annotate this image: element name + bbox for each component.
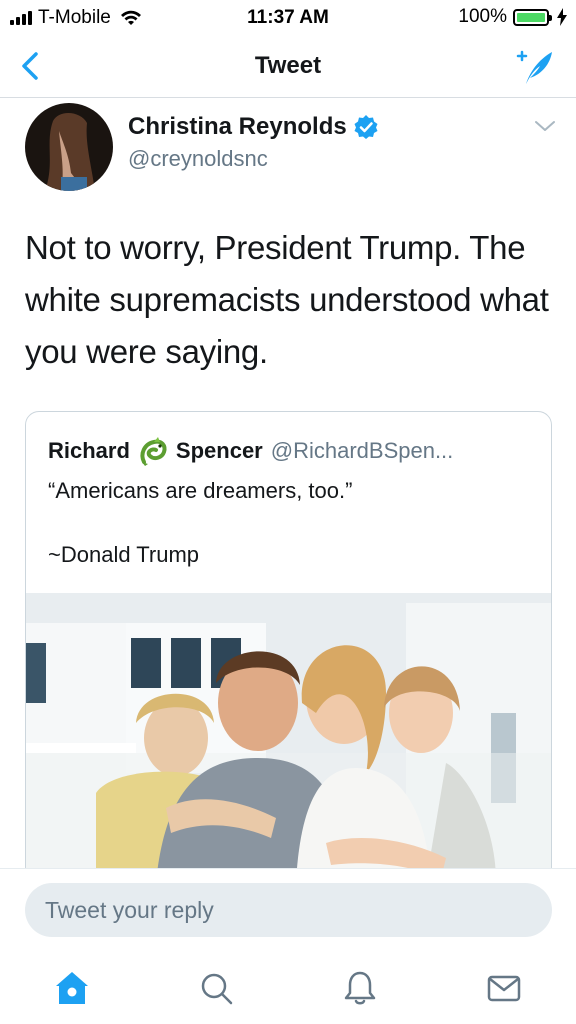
quoted-tweet-header: Richard Spencer @RichardBSpen... <box>48 434 453 468</box>
page-title: Tweet <box>254 52 322 79</box>
tab-bar <box>0 948 576 1024</box>
quoted-author-handle: @RichardBSpen... <box>270 438 454 463</box>
author-name[interactable]: Christina Reynolds <box>128 113 379 141</box>
dragon-emoji-icon <box>140 437 167 466</box>
battery-percent: 100% <box>458 6 507 27</box>
reply-bar: Tweet your reply <box>0 868 576 948</box>
charging-bolt-icon <box>557 8 567 26</box>
messages-envelope-icon[interactable] <box>484 968 524 1008</box>
reply-input[interactable]: Tweet your reply <box>25 883 552 937</box>
search-icon[interactable] <box>196 968 236 1008</box>
compose-tweet-icon[interactable] <box>512 44 556 88</box>
quoted-author-name-part1: Richard <box>48 438 130 463</box>
chevron-down-icon[interactable] <box>534 118 556 134</box>
author-name-text[interactable]: Christina Reynolds <box>128 113 347 141</box>
quoted-author-name-part2: Spencer <box>175 438 263 463</box>
avatar[interactable] <box>25 103 113 191</box>
status-right: 100% <box>458 6 568 28</box>
quoted-tweet-text-line2: ~Donald Trump <box>48 542 200 567</box>
quoted-tweet-card[interactable]: Richard Spencer @RichardBSpen... “Americ… <box>25 411 552 881</box>
navigation-bar: Tweet <box>0 34 576 98</box>
notifications-bell-icon[interactable] <box>340 968 380 1008</box>
verified-badge-icon <box>354 115 378 139</box>
tweet-text: Not to worry, President Trump. The white… <box>25 229 549 370</box>
family-photo[interactable] <box>26 593 552 881</box>
quoted-tweet-text-line1: “Americans are dreamers, too.” <box>48 478 353 503</box>
battery-icon <box>513 8 552 26</box>
home-icon[interactable] <box>52 968 92 1008</box>
status-bar: T-Mobile 11:37 AM 100% <box>0 0 576 34</box>
author-handle[interactable]: @creynoldsnc <box>128 146 268 172</box>
